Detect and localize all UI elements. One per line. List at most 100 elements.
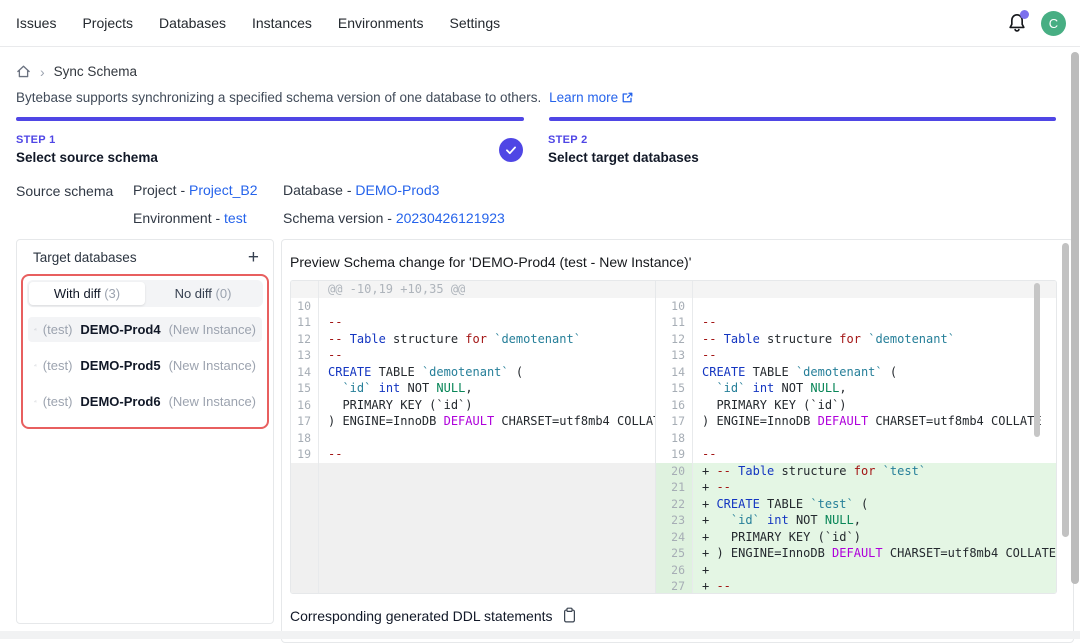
step2-progress-bar	[549, 117, 1057, 121]
step1-title: Select source schema	[16, 150, 158, 165]
diff-line: 18	[656, 430, 1056, 447]
nav-right: C	[1006, 11, 1066, 36]
diff-line: 19--	[656, 446, 1056, 463]
diff-line: 25+ ) ENGINE=InnoDB DEFAULT CHARSET=utf8…	[656, 545, 1056, 562]
diff-line: 16 PRIMARY KEY (`id`)	[656, 397, 1056, 414]
step1-completed-check-icon	[499, 138, 523, 162]
diff-line: 19--	[291, 446, 655, 463]
step2-label: STEP 2	[548, 134, 699, 146]
nav-item-environments[interactable]: Environments	[338, 15, 424, 31]
preview-panel: Preview Schema change for 'DEMO-Prod4 (t…	[281, 239, 1074, 643]
learn-more-link[interactable]: Learn more	[549, 90, 634, 105]
target-databases-panel: Target databases + With diff (3)No diff …	[16, 239, 274, 624]
diff-line: 27+ --	[656, 578, 1056, 593]
step1-label: STEP 1	[16, 134, 158, 146]
source-field-environment: Environment - test	[133, 210, 283, 226]
diff-line: 17) ENGINE=InnoDB DEFAULT CHARSET=utf8mb…	[656, 413, 1056, 430]
source-schema-fields: Project - Project_B2Database - DEMO-Prod…	[133, 182, 505, 226]
target-db-item[interactable]: (test) DEMO-Prod5 (New Instance)	[28, 353, 262, 378]
notifications-button[interactable]	[1006, 12, 1028, 34]
diff-line: 24+ PRIMARY KEY (`id`)	[656, 529, 1056, 546]
target-db-item[interactable]: (test) DEMO-Prod6 (New Instance)	[28, 389, 262, 414]
intro-description: Bytebase supports synchronizing a specif…	[16, 90, 541, 105]
step-progress-bars	[16, 117, 1056, 121]
external-link-icon	[621, 91, 634, 104]
top-nav: Issues Projects Databases Instances Environm…	[0, 0, 1080, 47]
diff-hunk-header	[656, 281, 1056, 298]
diff-line: 14CREATE TABLE `demotenant` (	[656, 364, 1056, 381]
mysql-icon	[34, 394, 37, 409]
preview-title: Preview Schema change for 'DEMO-Prod4 (t…	[290, 254, 1057, 270]
db-name: DEMO-Prod6	[80, 394, 160, 409]
diff-line: 20+ -- Table structure for `test`	[656, 463, 1056, 480]
db-instance-note: (New Instance)	[169, 322, 256, 337]
ddl-code-block-edge	[0, 631, 1080, 639]
step-1[interactable]: STEP 1 Select source schema	[16, 134, 523, 165]
tab-with-diff[interactable]: With diff (3)	[29, 282, 145, 305]
diff-line: 18	[291, 430, 655, 447]
db-instance-note: (New Instance)	[169, 358, 256, 373]
mysql-icon	[34, 358, 37, 373]
diff-line: 12-- Table structure for `demotenant`	[656, 331, 1056, 348]
diff-pane-modified: 1011--12-- Table structure for `demotena…	[655, 281, 1056, 593]
diff-pane-original: @@ -10,19 +10,35 @@1011--12-- Table stru…	[291, 281, 655, 593]
field-value-link[interactable]: DEMO-Prod3	[355, 182, 439, 198]
nav-item-databases[interactable]: Databases	[159, 15, 226, 31]
sync-schema-page: { "accent": "#4f46e5", "nav": { "items":…	[0, 0, 1080, 639]
field-value-link[interactable]: 20230426121923	[396, 210, 505, 226]
field-value-link[interactable]: test	[224, 210, 247, 226]
field-value-link[interactable]: Project_B2	[189, 182, 257, 198]
diff-line: 13--	[656, 347, 1056, 364]
diff-line: 26+	[656, 562, 1056, 579]
target-db-item[interactable]: (test) DEMO-Prod4 (New Instance)	[28, 317, 262, 342]
field-label: Database -	[283, 182, 355, 198]
diff-line: 15 `id` int NOT NULL,	[656, 380, 1056, 397]
diff-line: 16 PRIMARY KEY (`id`)	[291, 397, 655, 414]
clipboard-icon	[562, 607, 577, 624]
diff-line: 17) ENGINE=InnoDB DEFAULT CHARSET=utf8mb…	[291, 413, 655, 430]
db-name: DEMO-Prod4	[80, 322, 160, 337]
source-field-schema-version: Schema version - 20230426121923	[283, 210, 505, 226]
field-label: Environment -	[133, 210, 224, 226]
nav-item-issues[interactable]: Issues	[16, 15, 56, 31]
page-scrollbar[interactable]	[1071, 52, 1079, 584]
diff-hunk-header: @@ -10,19 +10,35 @@	[291, 281, 655, 298]
target-database-list: (test) DEMO-Prod4 (New Instance) (test) DEMO…	[26, 308, 264, 424]
step-2[interactable]: STEP 2 Select target databases	[548, 134, 699, 165]
target-databases-title: Target databases	[33, 250, 137, 265]
db-instance-note: (New Instance)	[169, 394, 256, 409]
source-schema-label: Source schema	[16, 182, 133, 226]
tab-no-diff[interactable]: No diff (0)	[145, 282, 261, 305]
home-icon[interactable]	[16, 64, 31, 79]
intro-text: Bytebase supports synchronizing a specif…	[0, 79, 1080, 105]
diff-line: 10	[291, 298, 655, 315]
nav-item-instances[interactable]: Instances	[252, 15, 312, 31]
diff-empty-filler	[291, 463, 655, 594]
diff-line: 22+ CREATE TABLE `test` (	[656, 496, 1056, 513]
diff-scrollbar[interactable]	[1034, 283, 1040, 437]
nav-item-settings[interactable]: Settings	[450, 15, 501, 31]
nav-menu: Issues Projects Databases Instances Environm…	[16, 15, 526, 31]
db-environment: (test)	[43, 322, 73, 337]
panel-scrollbar[interactable]	[1062, 243, 1069, 537]
add-target-database-button[interactable]: +	[248, 251, 259, 265]
db-name: DEMO-Prod5	[80, 358, 160, 373]
copy-ddl-button[interactable]	[562, 607, 577, 624]
db-environment: (test)	[43, 394, 73, 409]
source-schema-summary: Source schema Project - Project_B2Databa…	[16, 182, 1064, 226]
step1-progress-bar	[16, 117, 524, 121]
field-label: Schema version -	[283, 210, 396, 226]
db-environment: (test)	[43, 358, 73, 373]
avatar[interactable]: C	[1041, 11, 1066, 36]
diff-line: 11--	[291, 314, 655, 331]
steps-row: STEP 1 Select source schema STEP 2 Selec…	[16, 134, 1056, 165]
diff-line: 10	[656, 298, 1056, 315]
field-label: Project -	[133, 182, 189, 198]
diff-line: 12-- Table structure for `demotenant`	[291, 331, 655, 348]
source-field-project: Project - Project_B2	[133, 182, 283, 198]
source-field-database: Database - DEMO-Prod3	[283, 182, 505, 198]
nav-item-projects[interactable]: Projects	[82, 15, 133, 31]
step2-title: Select target databases	[548, 150, 699, 165]
ddl-statements-title: Corresponding generated DDL statements	[290, 608, 553, 624]
diff-line: 11--	[656, 314, 1056, 331]
